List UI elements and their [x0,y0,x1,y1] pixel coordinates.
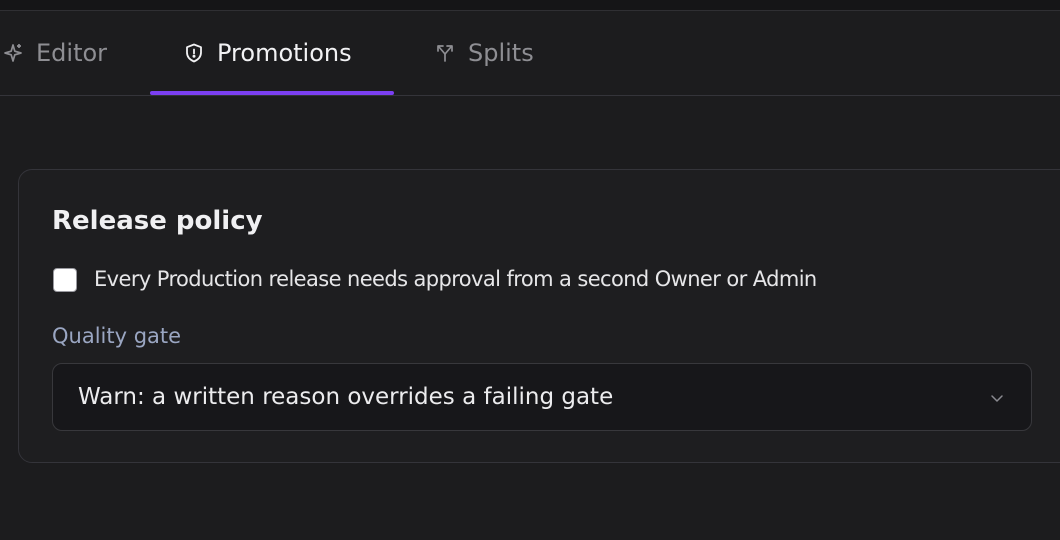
release-policy-card: Release policy Every Production release … [18,169,1060,463]
sparkle-icon [2,42,24,64]
quality-gate-select[interactable]: Warn: a written reason overrides a faili… [52,363,1032,431]
tab-promotions[interactable]: Promotions [183,11,352,95]
quality-gate-value: Warn: a written reason overrides a faili… [78,384,614,410]
tab-bar: Editor Promotions Splits [0,11,1060,96]
approval-checkbox[interactable] [53,268,77,292]
active-tab-indicator [150,91,394,95]
tab-editor[interactable]: Editor [2,11,107,95]
tab-promotions-label: Promotions [217,39,352,67]
shield-icon [183,42,205,64]
split-arrows-icon [434,42,456,64]
tab-splits[interactable]: Splits [434,11,534,95]
chevron-down-icon [989,390,1005,406]
tab-editor-label: Editor [36,39,108,67]
card-title: Release policy [52,206,263,236]
tab-splits-label: Splits [468,39,534,67]
top-bar [0,0,1060,11]
approval-checkbox-label[interactable]: Every Production release needs approval … [94,267,817,291]
quality-gate-label: Quality gate [52,324,182,348]
